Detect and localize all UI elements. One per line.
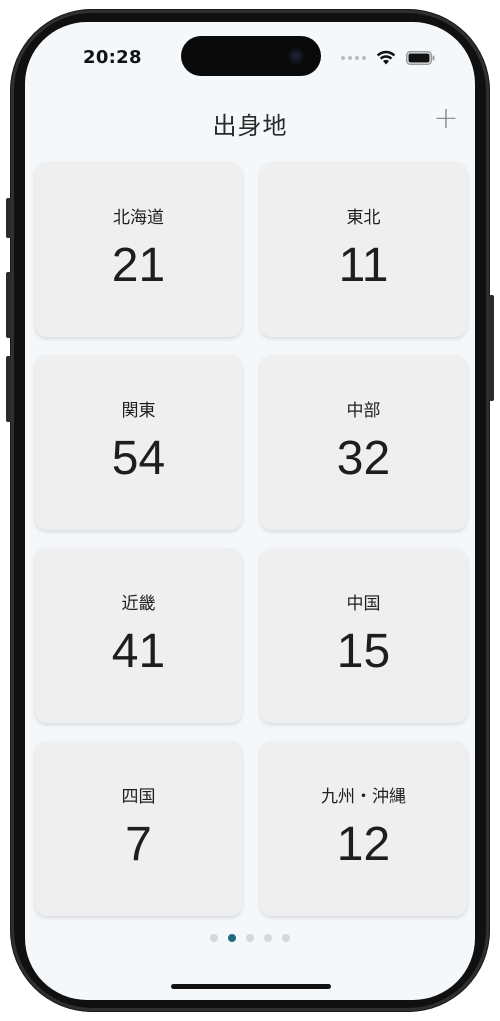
home-indicator[interactable] (171, 984, 331, 989)
region-count: 12 (336, 818, 391, 871)
region-card[interactable]: 東北 11 (260, 162, 467, 337)
region-count: 21 (111, 239, 166, 292)
region-count: 41 (111, 625, 166, 678)
region-name: 中国 (346, 594, 381, 614)
page-dot[interactable] (264, 934, 272, 942)
page-dot[interactable] (282, 934, 290, 942)
region-card[interactable]: 関東 54 (35, 355, 242, 530)
app-screen: 20:28 出身地 + 北海道 21 東北 11 関東 54 中部 32 近畿 … (25, 22, 475, 1000)
region-name: 東北 (346, 208, 381, 228)
add-button[interactable]: + (431, 104, 461, 134)
region-card[interactable]: 北海道 21 (35, 162, 242, 337)
region-card[interactable]: 四国 7 (35, 741, 242, 916)
region-name: 中部 (346, 401, 381, 421)
region-name: 九州・沖縄 (321, 787, 406, 807)
region-count: 7 (125, 818, 152, 871)
region-card[interactable]: 近畿 41 (35, 548, 242, 723)
region-card[interactable]: 中部 32 (260, 355, 467, 530)
region-card[interactable]: 中国 15 (260, 548, 467, 723)
action-button (6, 198, 11, 238)
region-count: 54 (111, 432, 166, 485)
region-grid: 北海道 21 東北 11 関東 54 中部 32 近畿 41 中国 15 四国 … (35, 162, 467, 916)
battery-icon (406, 50, 435, 65)
page-dot[interactable] (210, 934, 218, 942)
wifi-icon (376, 50, 396, 65)
region-count: 11 (338, 239, 389, 292)
page-indicator[interactable] (25, 934, 475, 942)
page-title: 出身地 (212, 112, 288, 140)
page-dot[interactable] (246, 934, 254, 942)
page-dot-active[interactable] (228, 934, 236, 942)
region-count: 15 (336, 625, 391, 678)
camera-icon (289, 49, 303, 63)
power-button (489, 295, 494, 401)
region-card[interactable]: 九州・沖縄 12 (260, 741, 467, 916)
region-name: 関東 (121, 401, 156, 421)
dynamic-island (181, 36, 321, 76)
region-count: 32 (336, 432, 391, 485)
region-name: 四国 (121, 787, 156, 807)
status-time: 20:28 (83, 47, 142, 68)
volume-down-button (6, 356, 11, 422)
volume-up-button (6, 272, 11, 338)
region-name: 近畿 (121, 594, 156, 614)
region-name: 北海道 (113, 208, 164, 228)
status-indicators (341, 50, 435, 65)
cellular-signal-icon (341, 55, 366, 60)
